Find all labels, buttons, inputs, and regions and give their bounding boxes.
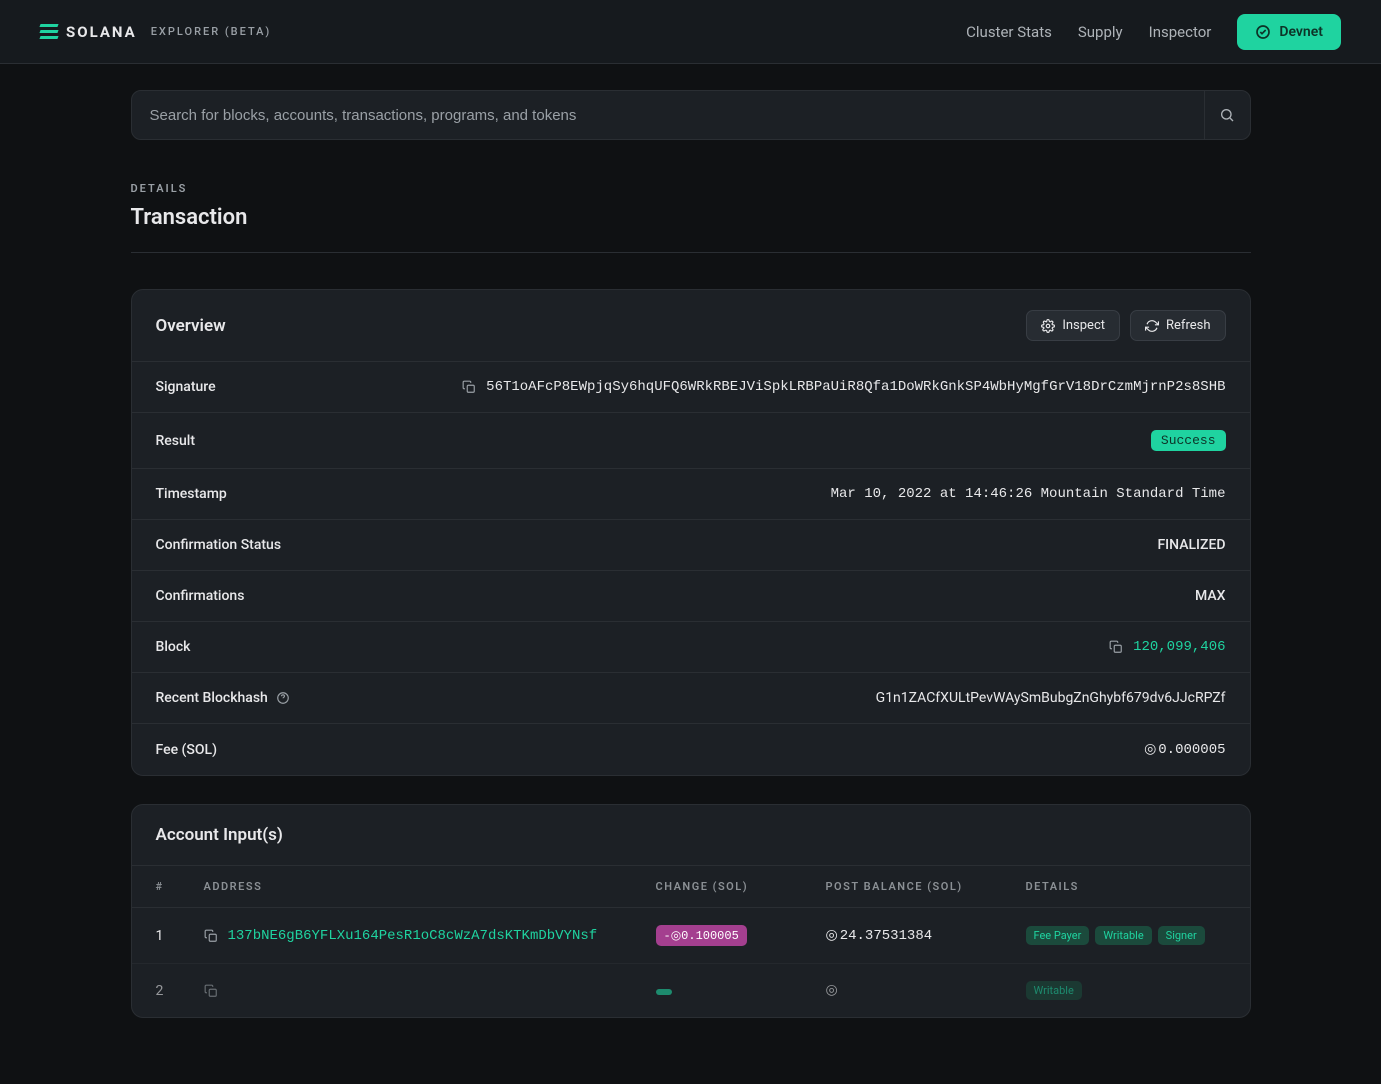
logo-group: SOLANA EXPLORER (BETA) bbox=[40, 23, 271, 41]
row-recent-blockhash: Recent Blockhash G1n1ZACfXULtPevWAySmBub… bbox=[132, 672, 1250, 723]
nav-cluster-stats[interactable]: Cluster Stats bbox=[966, 23, 1052, 41]
accounts-table-header: # ADDRESS CHANGE (SOL) POST BALANCE (SOL… bbox=[132, 865, 1250, 907]
copy-icon[interactable] bbox=[1109, 640, 1123, 654]
help-icon[interactable] bbox=[276, 691, 290, 705]
overview-title: Overview bbox=[156, 316, 226, 336]
col-address: ADDRESS bbox=[204, 880, 656, 893]
inspect-label: Inspect bbox=[1062, 318, 1105, 333]
nav-inspector[interactable]: Inspector bbox=[1149, 23, 1212, 41]
col-num: # bbox=[156, 880, 204, 893]
label-signature: Signature bbox=[156, 379, 216, 395]
label-recent-blockhash: Recent Blockhash bbox=[156, 690, 268, 706]
value-signature: 56T1oAFcP8EWpjqSy6hqUFQ6WRkRBEJViSpkLRBP… bbox=[486, 379, 1225, 395]
col-details: DETAILS bbox=[1026, 880, 1226, 893]
row-fee: Fee (SOL) 0.000005 bbox=[132, 723, 1250, 775]
nav-group: Cluster Stats Supply Inspector Devnet bbox=[966, 14, 1341, 50]
search-input[interactable] bbox=[132, 107, 1204, 124]
brand-text: SOLANA bbox=[66, 23, 137, 41]
tag-fee-payer: Fee Payer bbox=[1026, 926, 1090, 945]
search-bar bbox=[131, 90, 1251, 140]
logo-icon bbox=[40, 24, 58, 39]
row-post-balance: 24.37531384 bbox=[826, 927, 933, 944]
row-details: Writable bbox=[1026, 981, 1226, 1000]
tag-writable: Writable bbox=[1026, 981, 1082, 1000]
label-confirmation-status: Confirmation Status bbox=[156, 537, 282, 553]
header: SOLANA EXPLORER (BETA) Cluster Stats Sup… bbox=[0, 0, 1381, 64]
row-block: Block 120,099,406 bbox=[132, 621, 1250, 672]
logo[interactable]: SOLANA bbox=[40, 23, 137, 41]
accounts-card: Account Input(s) # ADDRESS CHANGE (SOL) … bbox=[131, 804, 1251, 1018]
table-row: 1 137bNE6gB6YFLXu164PesR1oC8cWzA7dsKTKmD… bbox=[132, 907, 1250, 963]
label-fee: Fee (SOL) bbox=[156, 742, 217, 758]
tag-writable: Writable bbox=[1095, 926, 1151, 945]
value-block[interactable]: 120,099,406 bbox=[1133, 639, 1225, 655]
table-row: 2 Writable bbox=[132, 963, 1250, 1017]
row-change bbox=[656, 989, 672, 995]
row-details: Fee Payer Writable Signer bbox=[1026, 926, 1226, 945]
row-num: 1 bbox=[156, 928, 204, 944]
row-post-balance bbox=[826, 982, 840, 999]
search-button[interactable] bbox=[1204, 91, 1250, 139]
nav-supply[interactable]: Supply bbox=[1078, 23, 1123, 41]
value-confirmations: MAX bbox=[1195, 588, 1226, 604]
label-block: Block bbox=[156, 639, 191, 655]
row-timestamp: Timestamp Mar 10, 2022 at 14:46:26 Mount… bbox=[132, 468, 1250, 519]
row-result: Result Success bbox=[132, 412, 1250, 468]
row-num: 2 bbox=[156, 983, 204, 999]
gear-icon bbox=[1041, 319, 1055, 333]
divider bbox=[131, 252, 1251, 253]
overview-card: Overview Inspect Refresh Signature 56T1o… bbox=[131, 289, 1251, 776]
value-recent-blockhash: G1n1ZACfXULtPevWAySmBubgZnGhybf679dv6JJc… bbox=[876, 690, 1226, 706]
result-badge: Success bbox=[1151, 430, 1226, 451]
page-title: Transaction bbox=[131, 205, 1251, 230]
accounts-title: Account Input(s) bbox=[156, 825, 283, 845]
page-pretitle: DETAILS bbox=[131, 182, 1251, 195]
row-address[interactable]: 137bNE6gB6YFLXu164PesR1oC8cWzA7dsKTKmDbV… bbox=[228, 928, 598, 944]
refresh-icon bbox=[1145, 319, 1159, 333]
refresh-button[interactable]: Refresh bbox=[1130, 310, 1225, 341]
col-post-balance: POST BALANCE (SOL) bbox=[826, 880, 1026, 893]
row-change: -◎0.100005 bbox=[656, 925, 747, 946]
explorer-tag: EXPLORER (BETA) bbox=[151, 25, 272, 38]
row-signature: Signature 56T1oAFcP8EWpjqSy6hqUFQ6WRkRBE… bbox=[132, 361, 1250, 412]
cluster-select-button[interactable]: Devnet bbox=[1237, 14, 1341, 50]
col-change: CHANGE (SOL) bbox=[656, 880, 826, 893]
label-result: Result bbox=[156, 433, 196, 449]
label-confirmations: Confirmations bbox=[156, 588, 245, 604]
value-timestamp: Mar 10, 2022 at 14:46:26 Mountain Standa… bbox=[831, 486, 1226, 502]
inspect-button[interactable]: Inspect bbox=[1026, 310, 1120, 341]
refresh-label: Refresh bbox=[1166, 318, 1210, 333]
row-confirmations: Confirmations MAX bbox=[132, 570, 1250, 621]
label-timestamp: Timestamp bbox=[156, 486, 227, 502]
row-confirmation-status: Confirmation Status FINALIZED bbox=[132, 519, 1250, 570]
cluster-label: Devnet bbox=[1279, 24, 1323, 40]
copy-icon[interactable] bbox=[204, 984, 218, 998]
search-icon bbox=[1219, 107, 1235, 123]
tag-signer: Signer bbox=[1158, 926, 1205, 945]
copy-icon[interactable] bbox=[204, 929, 218, 943]
check-circle-icon bbox=[1255, 24, 1271, 40]
copy-icon[interactable] bbox=[462, 380, 476, 394]
value-fee: 0.000005 bbox=[1144, 741, 1225, 758]
value-confirmation-status: FINALIZED bbox=[1157, 537, 1225, 553]
